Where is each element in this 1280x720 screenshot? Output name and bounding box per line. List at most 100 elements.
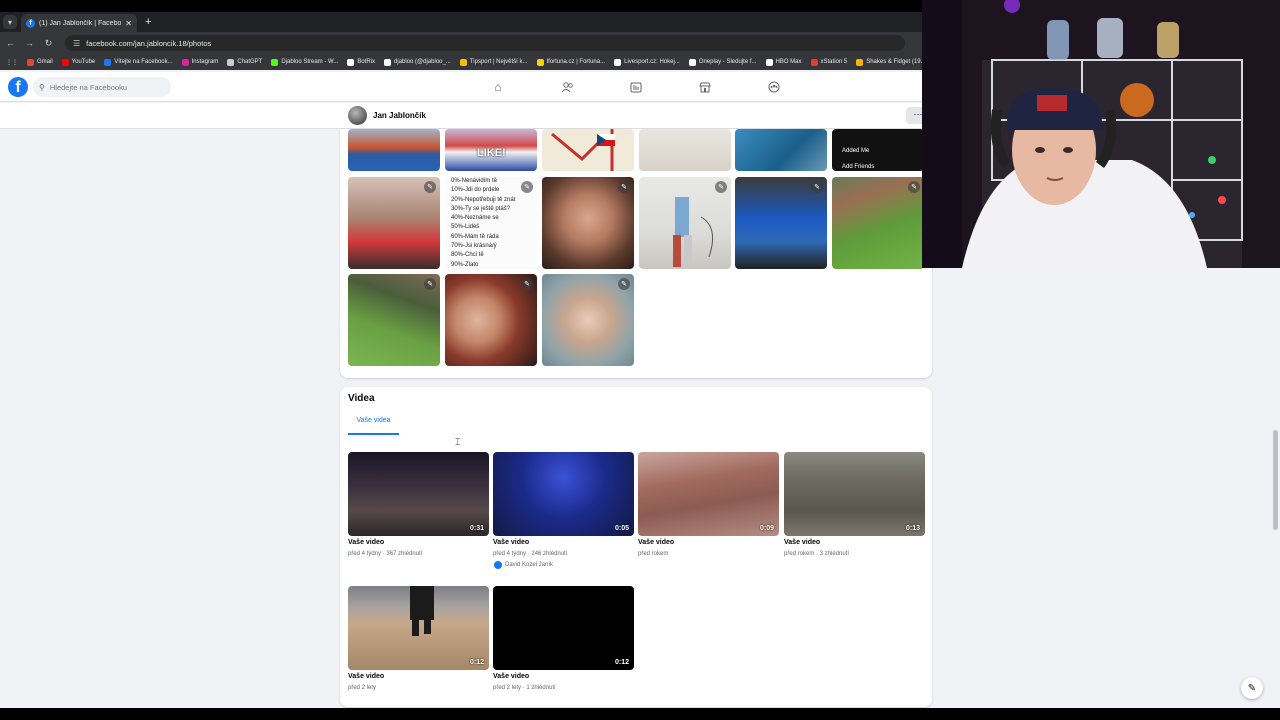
photo-thumbnail[interactable]: ✎	[348, 274, 440, 366]
forward-icon[interactable]: →	[25, 38, 34, 48]
photo-thumbnail[interactable]: ✎	[832, 177, 924, 269]
video-duration: 0:12	[614, 659, 629, 666]
video-thumbnail[interactable]: 0:12	[493, 586, 634, 670]
marketplace-icon[interactable]	[695, 79, 715, 95]
site-info-icon[interactable]: ☰	[73, 39, 80, 48]
bookmark-item[interactable]: Gmail	[27, 58, 53, 66]
add-friends-label: Add Friends	[842, 164, 875, 170]
bookmark-item[interactable]: HBO Max	[765, 58, 802, 66]
photo-thumbnail[interactable]	[542, 129, 634, 171]
video-thumbnail[interactable]: 0:13	[784, 452, 925, 536]
bookmark-item[interactable]: Oneplay - Sledujte f...	[688, 58, 757, 66]
photo-thumbnail[interactable]: ✎	[445, 274, 537, 366]
video-title[interactable]: Vaše video	[493, 539, 529, 546]
bookmark-item[interactable]: Ifortuna.cz | Fortuna...	[536, 58, 605, 66]
photos-card: LIKE! Added Me Add Friends ✎ 0%-Nenávidí…	[340, 129, 932, 378]
search-input[interactable]	[49, 82, 160, 92]
photo-thumbnail[interactable]	[639, 129, 731, 171]
photo-thumbnail[interactable]: ✎	[348, 177, 440, 269]
photo-thumbnail[interactable]: ✎	[735, 177, 827, 269]
video-title[interactable]: Vaše video	[493, 673, 529, 680]
new-tab-button[interactable]: +	[145, 16, 151, 28]
meme-line: 10%-Jdi do prdele	[451, 187, 500, 194]
bookmark-favicon-icon	[384, 58, 392, 66]
bookmark-label: Shakes & Fidget (19...	[866, 59, 922, 65]
video-title[interactable]: Vaše video	[348, 673, 384, 680]
groups-icon[interactable]	[764, 79, 784, 95]
video-thumbnail[interactable]: 0:12	[348, 586, 489, 670]
tagged-person-name: David Kozel Janík	[505, 562, 554, 568]
photo-thumbnail[interactable]: ✎	[542, 177, 634, 269]
video-meta: před 4 týdny · 367 zhlédnutí	[348, 551, 423, 557]
facebook-logo-icon[interactable]: f	[8, 77, 28, 97]
browser-tab[interactable]: f (1) Jan Jablončík | Facebook ✕	[21, 14, 137, 32]
bookmark-item[interactable]: xStation 5	[810, 58, 847, 66]
added-me-label: Added Me	[842, 148, 870, 154]
edit-icon[interactable]: ✎	[618, 278, 630, 290]
avatar[interactable]	[348, 106, 367, 125]
dark-panel-text: Added Me Add Friends	[842, 143, 874, 171]
edit-icon[interactable]: ✎	[424, 181, 436, 193]
bookmark-label: Livesport.cz: Hokej...	[624, 59, 680, 65]
address-bar[interactable]: ☰ facebook.com/jan.jabloncik.18/photos	[65, 35, 905, 51]
photo-thumbnail[interactable]: 0%-Nenávidím tě 10%-Jdi do prdele 20%-Nepo…	[445, 177, 537, 269]
screen: ▾ f (1) Jan Jablončík | Facebook ✕ + ← →…	[0, 0, 1280, 720]
browser-tabstrip: ▾ f (1) Jan Jablončík | Facebook ✕ +	[0, 12, 922, 32]
back-icon[interactable]: ←	[6, 38, 15, 48]
tab-search-button[interactable]: ▾	[3, 15, 17, 29]
photo-thumbnail[interactable]: LIKE!	[445, 129, 537, 171]
bookmark-favicon-icon	[536, 58, 544, 66]
bookmark-item[interactable]: BotRix	[347, 58, 375, 66]
facebook-search[interactable]: ⚲	[33, 77, 171, 97]
bookmark-favicon-icon	[61, 58, 69, 66]
video-title[interactable]: Vaše video	[348, 539, 384, 546]
video-duration: 0:13	[905, 525, 920, 532]
friends-icon[interactable]	[557, 79, 577, 95]
bookmark-item[interactable]: Instagram	[181, 58, 218, 66]
bookmark-item[interactable]: Vítejte na Facebook...	[104, 58, 173, 66]
watch-icon[interactable]	[626, 79, 646, 95]
photo-thumbnail[interactable]: Added Me Add Friends	[832, 129, 924, 171]
video-meta: před 2 lety · 1 zhlédnutí	[493, 685, 556, 691]
bookmark-favicon-icon	[810, 58, 818, 66]
edit-icon[interactable]: ✎	[908, 181, 920, 193]
scrollbar-thumb[interactable]	[1273, 430, 1278, 530]
browser-toolbar: ← → ↻ ☰ facebook.com/jan.jabloncik.18/ph…	[0, 32, 922, 54]
bookmark-favicon-icon	[614, 58, 622, 66]
photo-thumbnail[interactable]	[348, 129, 440, 171]
meme-line: 80%-Chci tě	[451, 252, 484, 259]
bookmark-item[interactable]: Shakes & Fidget (19...	[856, 58, 922, 66]
bookmark-item[interactable]: YouTube	[61, 58, 95, 66]
edit-icon[interactable]: ✎	[521, 181, 533, 193]
bookmark-item[interactable]: Tipsport | Největší k...	[459, 58, 528, 66]
photo-thumbnail[interactable]: ✎	[639, 177, 731, 269]
edit-icon[interactable]: ✎	[521, 278, 533, 290]
video-meta: před 4 týdny · 246 zhlédnutí	[493, 551, 568, 557]
close-tab-icon[interactable]: ✕	[125, 19, 132, 28]
video-title[interactable]: Vaše video	[784, 539, 820, 546]
photo-thumbnail[interactable]: ✎	[542, 274, 634, 366]
bookmark-favicon-icon	[104, 58, 112, 66]
video-thumbnail[interactable]: 0:09	[638, 452, 779, 536]
edit-icon[interactable]: ✎	[618, 181, 630, 193]
video-title[interactable]: Vaše video	[638, 539, 674, 546]
bookmark-item[interactable]: Djabloo Stream - W...	[271, 58, 338, 66]
tagged-person[interactable]: David Kozel Janík	[494, 561, 553, 569]
edit-icon[interactable]: ✎	[811, 181, 823, 193]
photo-thumbnail[interactable]	[735, 129, 827, 171]
bookmark-item[interactable]: ChatGPT	[227, 58, 262, 66]
edit-icon[interactable]: ✎	[424, 278, 436, 290]
new-message-button[interactable]: ✎	[1241, 677, 1263, 699]
meme-text: 0%-Nenávidím tě 10%-Jdi do prdele 20%-Nepo…	[451, 177, 515, 269]
profile-name[interactable]: Jan Jablončík	[373, 111, 426, 120]
video-thumbnail[interactable]: 0:05	[493, 452, 634, 536]
video-thumbnail[interactable]: 0:31	[348, 452, 489, 536]
reload-icon[interactable]: ↻	[44, 38, 53, 49]
bookmark-item[interactable]: djabloo (@djabloo_...	[384, 58, 451, 66]
edit-icon[interactable]: ✎	[715, 181, 727, 193]
apps-icon[interactable]: ⋮⋮	[6, 59, 18, 66]
home-icon[interactable]: ⌂	[488, 79, 508, 95]
bookmark-favicon-icon	[459, 58, 467, 66]
tab-your-videos[interactable]: Vaše videa	[348, 412, 399, 435]
bookmark-item[interactable]: Livesport.cz: Hokej...	[614, 58, 680, 66]
